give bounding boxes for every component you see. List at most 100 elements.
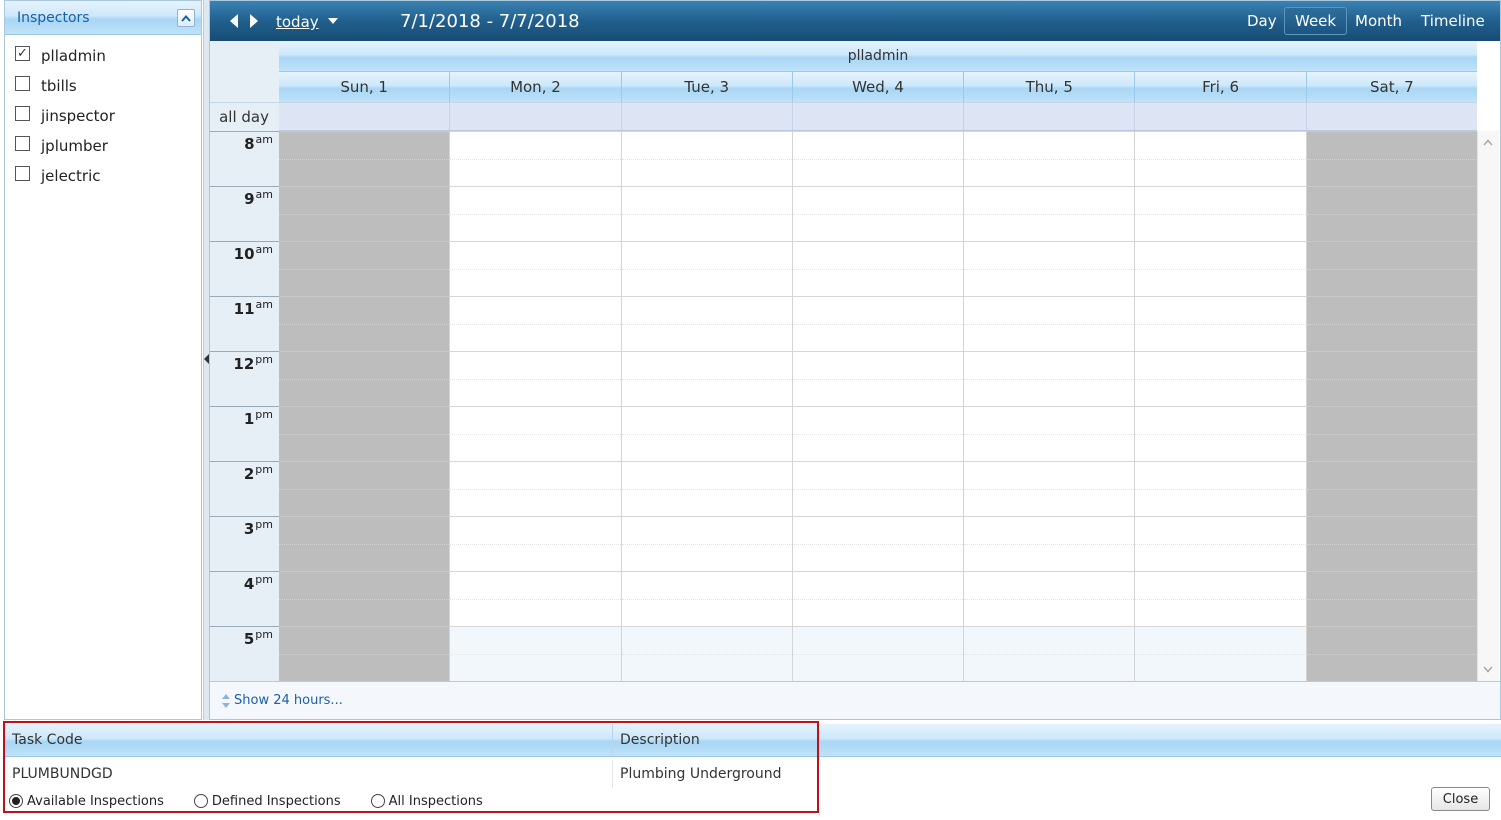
time-slot[interactable] [1306,543,1477,572]
time-slot[interactable] [964,488,1135,517]
inspector-checkbox[interactable] [15,165,30,181]
time-slot[interactable] [450,433,621,462]
time-slot[interactable] [1135,241,1306,269]
time-slot[interactable] [792,433,964,462]
time-slot[interactable] [450,296,621,324]
time-slot[interactable] [621,378,792,407]
time-slot[interactable] [450,598,621,627]
time-slot[interactable] [1306,626,1477,654]
time-slot[interactable] [1135,598,1306,627]
view-month-button[interactable]: Month [1344,7,1413,35]
time-slot[interactable] [792,626,964,654]
day-header[interactable]: Mon, 2 [449,72,621,102]
time-slot[interactable] [1135,571,1306,599]
show-24-hours-link[interactable]: Show 24 hours... [234,693,343,708]
time-slot[interactable] [964,433,1135,462]
time-slot[interactable] [1306,351,1477,379]
day-column[interactable] [279,131,450,681]
time-slot[interactable] [621,598,792,627]
inspector-item[interactable]: jplumber [15,131,201,161]
inspector-checkbox[interactable]: ✓ [15,45,30,61]
time-slot[interactable] [1306,598,1477,627]
time-slot[interactable] [1306,158,1477,187]
inspector-item[interactable]: jelectric [15,161,201,191]
time-slot[interactable] [792,653,964,681]
scroll-up-icon[interactable] [1483,139,1493,146]
all-day-cell[interactable] [963,103,1135,130]
time-slot[interactable] [1306,653,1477,682]
time-slot[interactable] [1306,241,1477,269]
time-slot[interactable] [621,488,792,517]
time-slot[interactable] [792,241,964,269]
all-inspections-radio[interactable] [370,794,385,808]
day-header[interactable]: Fri, 6 [1134,72,1306,102]
time-slot[interactable] [279,351,450,379]
time-slot[interactable] [1135,131,1306,159]
time-slot[interactable] [964,378,1135,407]
time-slot[interactable] [964,406,1135,434]
vertical-scrollbar[interactable] [1477,131,1499,681]
time-slot[interactable] [1135,406,1306,434]
time-slot[interactable] [279,268,450,297]
time-slot[interactable] [792,598,964,627]
time-slot[interactable] [621,461,792,489]
time-slot[interactable] [964,158,1135,187]
close-button[interactable]: Close [1431,787,1490,811]
time-slot[interactable] [1135,543,1306,572]
date-picker-dropdown-icon[interactable] [328,18,338,24]
time-slot[interactable] [621,296,792,324]
day-column[interactable] [620,131,792,681]
time-slot[interactable] [1306,406,1477,434]
time-slot[interactable] [1135,351,1306,379]
time-slot[interactable] [621,186,792,214]
time-slot[interactable] [964,186,1135,214]
time-slot[interactable] [621,626,792,654]
time-slot[interactable] [621,158,792,187]
time-slot[interactable] [792,158,964,187]
scroll-down-icon[interactable] [1483,666,1493,673]
time-slot[interactable] [279,406,450,434]
time-slot[interactable] [279,158,450,187]
view-day-button[interactable]: Day [1236,7,1288,35]
time-slot[interactable] [450,158,621,187]
time-slot[interactable] [792,186,964,214]
next-arrow-icon[interactable] [250,14,258,28]
time-slot[interactable] [450,268,621,297]
time-slot[interactable] [279,488,450,517]
time-slot[interactable] [792,461,964,489]
all-day-cell[interactable] [279,103,450,130]
all-day-cell[interactable] [1305,103,1477,130]
time-slot[interactable] [1135,626,1306,654]
time-slot[interactable] [1135,378,1306,407]
time-slot[interactable] [1135,461,1306,489]
time-slot[interactable] [964,213,1135,242]
time-slot[interactable] [792,378,964,407]
time-slot[interactable] [1135,296,1306,324]
time-slot[interactable] [1135,653,1306,681]
time-slot[interactable] [1306,186,1477,214]
defined-inspections-radio[interactable] [193,794,208,808]
day-column[interactable] [963,131,1135,681]
time-slot[interactable] [279,626,450,654]
time-slot[interactable] [279,543,450,572]
time-slot[interactable] [279,323,450,352]
time-slot[interactable] [279,516,450,544]
all-day-cell[interactable] [1134,103,1306,130]
time-slot[interactable] [964,241,1135,269]
time-slot[interactable] [450,571,621,599]
time-slot[interactable] [279,571,450,599]
time-slot[interactable] [964,543,1135,572]
time-slot[interactable] [1135,433,1306,462]
column-header-description[interactable]: Description [613,724,817,756]
time-slot[interactable] [450,351,621,379]
time-slot[interactable] [621,406,792,434]
all-day-cell[interactable] [449,103,621,130]
time-slot[interactable] [1135,516,1306,544]
filter-available-option[interactable]: Available Inspections [9,794,164,809]
time-slot[interactable] [279,433,450,462]
time-slot[interactable] [450,653,621,681]
time-slot[interactable] [621,433,792,462]
time-slot[interactable] [450,323,621,352]
previous-arrow-icon[interactable] [230,14,238,28]
time-slot[interactable] [450,213,621,242]
